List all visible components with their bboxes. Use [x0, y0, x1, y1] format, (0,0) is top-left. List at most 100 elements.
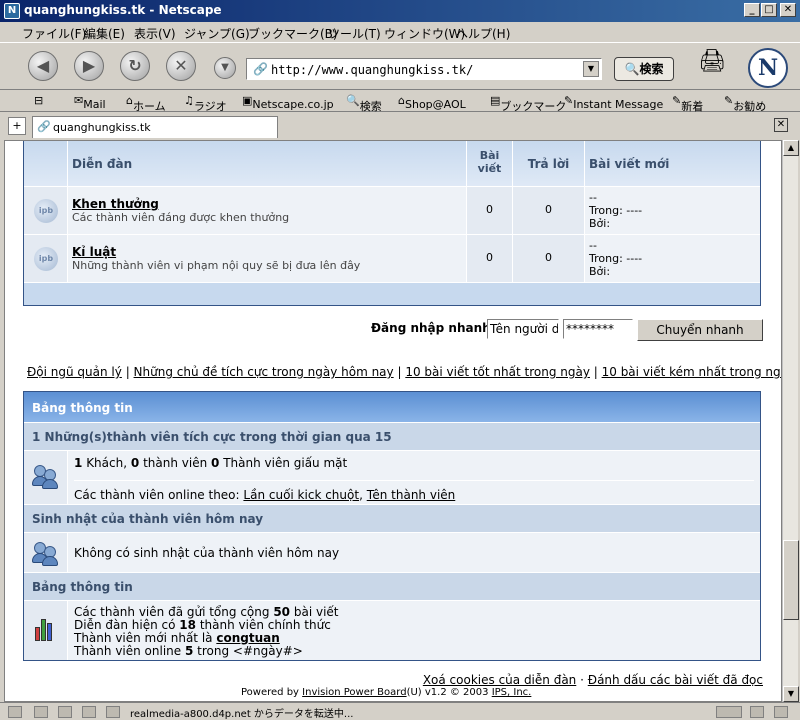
stats-line4-pre: Thành viên online [74, 644, 182, 658]
tab-bar: + 🔗 quanghungkiss.tk ✕ [0, 112, 800, 140]
tab-label: quanghungkiss.tk [53, 121, 151, 134]
close-tab-icon[interactable]: ✕ [774, 118, 788, 132]
powered-pre: Powered by [241, 687, 299, 698]
close-window-button[interactable]: ✕ [780, 3, 796, 17]
vertical-scrollbar[interactable]: ▲ ▼ [782, 140, 799, 702]
link-worst-posts[interactable]: 10 bài viết kém nhất trong ngày [602, 365, 781, 379]
username-input[interactable]: Tên người d [487, 319, 559, 339]
quick-login-button[interactable]: Chuyển nhanh [637, 319, 763, 341]
quick-links: Đội ngũ quản lý | Những chủ đề tích cực … [27, 365, 781, 379]
address-book-icon[interactable] [106, 706, 120, 718]
toolbar-netscape-jp[interactable]: ▣ Netscape.co.jp [242, 94, 334, 111]
forum-description: Các thành viên đáng được khen thưởng [72, 211, 290, 224]
forum-last-post: -- Trong: ---- Bởi: [585, 187, 760, 234]
menu-bookmarks[interactable]: ブックマーク(B) [248, 25, 338, 42]
scroll-thumb[interactable] [783, 540, 799, 620]
menu-file[interactable]: ファイル(F) [22, 25, 86, 42]
menu-edit[interactable]: 編集(E) [84, 25, 125, 42]
history-dropdown-button[interactable]: ▼ [214, 57, 236, 79]
composer-icon[interactable] [82, 706, 96, 718]
scroll-up-icon[interactable]: ▲ [783, 140, 799, 156]
new-tab-icon[interactable]: + [8, 117, 26, 135]
toolbar-whats-new[interactable]: ✎ 新着 [672, 94, 703, 113]
stats-online: Thành viên online 5 trong <#ngày#> [74, 645, 754, 658]
reload-button[interactable]: ↻ [120, 51, 150, 81]
security-lock-icon [750, 706, 764, 718]
search-button[interactable]: 🔍検索 [614, 57, 674, 81]
minimize-button[interactable]: _ [744, 3, 760, 17]
connection-icon [716, 706, 742, 718]
toolbar-mail-label: Mail [83, 98, 106, 111]
status-message: realmedia-a800.d4p.net からデータを転送中... [130, 709, 354, 720]
forum-icon-cell: ipb [24, 235, 68, 282]
forum-row: ipb Khen thưởng Các thành viên đáng được… [24, 187, 760, 235]
online-counts: 1 Khách, 0 thành viên 0 Thành viên giấu … [74, 457, 754, 470]
maximize-button[interactable]: □ [761, 3, 777, 17]
scroll-down-icon[interactable]: ▼ [783, 686, 799, 702]
forum-name-cell: Khen thưởng Các thành viên đáng được khe… [68, 187, 467, 234]
ipb-link[interactable]: Invision Power Board [302, 687, 406, 698]
back-button[interactable]: ◀ [28, 51, 58, 81]
toolbar-radio[interactable]: ♫ ラジオ [184, 94, 227, 113]
menu-help[interactable]: ヘルプ(H) [456, 25, 510, 42]
window-title-bar: N quanghungkiss.tk - Netscape _ □ ✕ [0, 0, 800, 22]
quick-login-label: Đăng nhập nhanh [371, 321, 491, 335]
print-icon[interactable]: 🖨 [698, 49, 728, 79]
online-sort: Các thành viên online theo: Lần cuối kic… [74, 480, 754, 502]
mark-read-link[interactable]: Đánh dấu các bài viết đã đọc [588, 673, 763, 687]
tab-quanghungkiss[interactable]: 🔗 quanghungkiss.tk [32, 116, 278, 138]
window-title: quanghungkiss.tk - Netscape [24, 3, 222, 17]
last-post-title: -- [589, 239, 597, 252]
password-input[interactable]: ******** [563, 319, 633, 339]
netscape-logo[interactable]: N [748, 48, 788, 88]
forum-link[interactable]: Kỉ luật [72, 245, 462, 259]
ips-link[interactable]: IPS, Inc. [492, 687, 532, 698]
total-posts: 50 [273, 605, 291, 619]
url-dropdown-icon[interactable]: ▼ [583, 61, 599, 77]
forum-name-cell: Kỉ luật Những thành viên vi phạm nội quy… [68, 235, 467, 282]
menu-window[interactable]: ウィンドウ(W) [384, 25, 465, 42]
clear-cookies-link[interactable]: Xoá cookies của diễn đàn [423, 673, 576, 687]
menu-go[interactable]: ジャンプ(G) [184, 25, 250, 42]
toolbar-home[interactable]: ⌂ ホーム [126, 94, 166, 113]
forward-button[interactable]: ▶ [74, 51, 104, 81]
forum-replies: 0 [513, 235, 585, 282]
last-post-topic: Trong: ---- [589, 204, 643, 217]
toolbar-instant-message-label: Instant Message [573, 98, 664, 111]
forum-last-post: -- Trong: ---- Bởi: [585, 235, 760, 282]
sort-last-click-link[interactable]: Lần cuối kick chuột [243, 488, 359, 502]
component-icon[interactable] [8, 706, 22, 718]
last-post-author: Bởi: [589, 265, 611, 278]
guest-count: 1 [74, 456, 83, 470]
stats-line2-post: thành viên chính thức [199, 618, 331, 632]
im-icon[interactable] [58, 706, 72, 718]
forum-link[interactable]: Khen thưởng [72, 197, 462, 211]
toolbar-instant-message[interactable]: ✎ Instant Message [564, 94, 663, 111]
member-count: 0 [130, 456, 140, 470]
status-bar: realmedia-a800.d4p.net からデータを転送中... [0, 702, 800, 720]
menu-tools[interactable]: ツール(T) [328, 25, 381, 42]
footer-separator: · [580, 673, 584, 687]
header-forum: Diễn đàn [68, 141, 467, 186]
toolbar-bookmarks[interactable]: ▤ ブックマーク [490, 94, 566, 113]
sort-name-link[interactable]: Tên thành viên [367, 488, 456, 502]
bar-chart-icon [35, 619, 55, 641]
newest-member-link[interactable]: congtuan [216, 631, 279, 645]
toolbar-mail[interactable]: ✉ Mail [74, 94, 106, 111]
board-info-panel: Bảng thông tin 1 Những(s)thành viên tích… [23, 391, 761, 661]
toolbar-shop-aol[interactable]: ⌂ Shop@AOL [398, 94, 466, 111]
toolbar-search[interactable]: 🔍 検索 [346, 94, 382, 113]
stop-button[interactable]: ✕ [166, 51, 196, 81]
link-staff[interactable]: Đội ngũ quản lý [27, 365, 122, 379]
home-tab-icon[interactable]: ⊟ [34, 94, 43, 107]
mail-icon[interactable] [34, 706, 48, 718]
url-field[interactable]: 🔗 http://www.quanghungkiss.tk/ ▼ [246, 58, 602, 80]
stats-line1-pre: Các thành viên đã gửi tổng cộng [74, 605, 270, 619]
netscape-app-icon: N [4, 3, 20, 19]
toolbar-recommended[interactable]: ✎ お勧め [724, 94, 766, 113]
link-active-topics[interactable]: Những chủ đề tích cực trong ngày hôm nay [134, 365, 394, 379]
offline-icon[interactable] [774, 706, 788, 718]
search-button-label: 検索 [639, 62, 664, 76]
link-top-posts[interactable]: 10 bài viết tốt nhất trong ngày [405, 365, 590, 379]
menu-view[interactable]: 表示(V) [134, 25, 176, 42]
